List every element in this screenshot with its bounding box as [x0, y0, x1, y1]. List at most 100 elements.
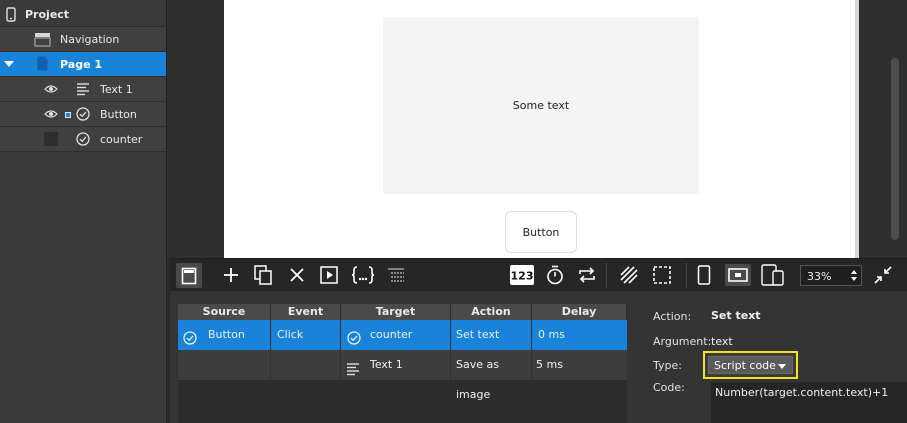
collapse-button[interactable]	[872, 264, 894, 286]
phone-view-button[interactable]	[693, 264, 715, 286]
interaction-properties: Action: Set text Argument: text Type: Sc…	[640, 291, 907, 423]
cell-delay-text: 0 ms	[538, 328, 565, 341]
zoom-up-icon[interactable]	[851, 270, 857, 274]
collapse-arrows-icon	[874, 266, 892, 284]
tree-row-project[interactable]: Project	[0, 3, 166, 27]
action-label: Action:	[653, 310, 692, 323]
type-dropdown[interactable]: Script code	[703, 351, 798, 379]
design-canvas[interactable]: Some text Button	[167, 0, 907, 258]
cell-target-text: counter	[370, 328, 413, 341]
selection-area-button[interactable]	[651, 264, 673, 286]
interactions-table: Source Event Target Action Delay Button …	[178, 304, 627, 423]
code-editor[interactable]: Number(target.content.text)+1	[711, 382, 907, 423]
cell-event	[271, 350, 341, 380]
action-value: Set text	[711, 309, 761, 322]
toolbar-separator	[606, 263, 607, 288]
cell-action-text: Set text	[456, 328, 500, 341]
tree-item-counter[interactable]: counter	[0, 127, 166, 152]
code-label: Code:	[653, 381, 685, 394]
cell-source	[178, 350, 271, 380]
type-dropdown-value: Script code	[714, 358, 776, 372]
zoom-value[interactable]: 33%	[807, 270, 831, 283]
project-tree-panel: Project Navigation Page 1 Text 1 Button	[0, 0, 167, 423]
tree-item-navigation[interactable]: Navigation	[0, 27, 166, 52]
phone-outline-icon	[697, 265, 711, 285]
list-options-button[interactable]	[385, 264, 407, 286]
phone-icon	[6, 7, 16, 25]
tree-item-page-1[interactable]: Page 1	[0, 52, 166, 77]
column-header-event[interactable]: Event	[271, 304, 341, 320]
hidden-visibility-box[interactable]	[44, 132, 58, 146]
tree-item-label: Page 1	[60, 57, 103, 71]
tablet-phone-icon	[761, 264, 785, 286]
navigation-icon	[34, 32, 51, 50]
script-button[interactable]	[350, 264, 376, 286]
tree-item-text-1[interactable]: Text 1	[0, 77, 166, 102]
column-header-delay[interactable]: Delay	[532, 304, 627, 320]
panel-layout-icon	[181, 267, 197, 285]
cell-event-text: Click	[277, 328, 304, 341]
cell-action-text: Save as image	[456, 358, 499, 401]
devices-view-button[interactable]	[760, 264, 786, 286]
zoom-down-icon[interactable]	[851, 277, 857, 281]
canvas-text-element[interactable]: Some text	[383, 17, 699, 194]
diagonal-stripes-icon	[620, 266, 638, 284]
text-lines-icon	[76, 82, 90, 99]
cell-action: Save as image	[451, 350, 532, 401]
type-label: Type:	[653, 359, 682, 372]
timer-button[interactable]	[544, 264, 566, 286]
visibility-eye-icon[interactable]	[44, 109, 58, 122]
code-text[interactable]: Number(target.content.text)+1	[715, 386, 888, 399]
canvas-vertical-scrollbar[interactable]	[891, 58, 899, 240]
project-label: Project	[25, 8, 70, 21]
table-row[interactable]: Button Click counter Set text 0 ms	[178, 320, 627, 350]
repeat-icon	[577, 266, 597, 284]
column-header-target[interactable]: Target	[341, 304, 451, 320]
cell-target: counter	[341, 320, 451, 350]
preview-interaction-button[interactable]	[318, 264, 340, 286]
page-artboard[interactable]: Some text Button	[224, 0, 855, 258]
duplicate-interaction-button[interactable]	[252, 264, 274, 286]
toggle-panel-button[interactable]	[176, 263, 202, 288]
stopwatch-icon	[546, 265, 564, 285]
toolbar-separator	[686, 263, 687, 288]
list-icon	[387, 267, 405, 283]
check-circle-icon	[76, 107, 90, 124]
table-row[interactable]: Text 1 Save as image 5 ms	[178, 350, 627, 401]
numbers-123-icon: 123	[510, 265, 534, 285]
curly-braces-icon	[351, 266, 375, 284]
tree-item-label: Text 1	[100, 82, 133, 96]
type-dropdown-field[interactable]: Script code	[708, 356, 793, 374]
tree-item-label: counter	[100, 132, 143, 146]
cell-target: Text 1	[341, 350, 451, 380]
cell-source-text: Button	[208, 328, 245, 341]
dashed-square-icon	[653, 266, 671, 284]
check-circle-icon	[76, 132, 90, 149]
cell-delay: 0 ms	[532, 320, 627, 350]
svg-text:123: 123	[511, 270, 534, 283]
expand-triangle-icon[interactable]	[4, 61, 14, 67]
fit-screen-button[interactable]	[725, 264, 751, 286]
pattern-fill-button[interactable]	[618, 264, 640, 286]
repeat-button[interactable]	[576, 264, 598, 286]
visibility-eye-icon[interactable]	[44, 84, 58, 97]
zoom-stepper[interactable]: 33%	[800, 265, 862, 286]
column-header-source[interactable]: Source	[178, 304, 271, 320]
canvas-text-content: Some text	[512, 99, 570, 112]
add-interaction-button[interactable]	[220, 264, 242, 286]
delete-interaction-button[interactable]	[286, 264, 308, 286]
canvas-button-element[interactable]: Button	[505, 211, 577, 253]
argument-label: Argument:	[653, 335, 712, 348]
bottom-toolbar: 123 33%	[170, 258, 907, 291]
numeric-mode-button[interactable]: 123	[510, 264, 534, 286]
cell-action: Set text	[451, 320, 532, 350]
chevron-down-icon	[778, 364, 786, 369]
cell-delay: 5 ms	[532, 350, 627, 380]
cell-target-text: Text 1	[370, 358, 403, 371]
cell-event: Click	[271, 320, 341, 350]
interactions-panel: Source Event Target Action Delay Button …	[170, 291, 907, 423]
tree-item-button[interactable]: Button	[0, 102, 166, 127]
column-header-action[interactable]: Action	[451, 304, 532, 320]
cell-delay-text: 5 ms	[536, 358, 563, 371]
canvas-button-label: Button	[522, 225, 560, 239]
